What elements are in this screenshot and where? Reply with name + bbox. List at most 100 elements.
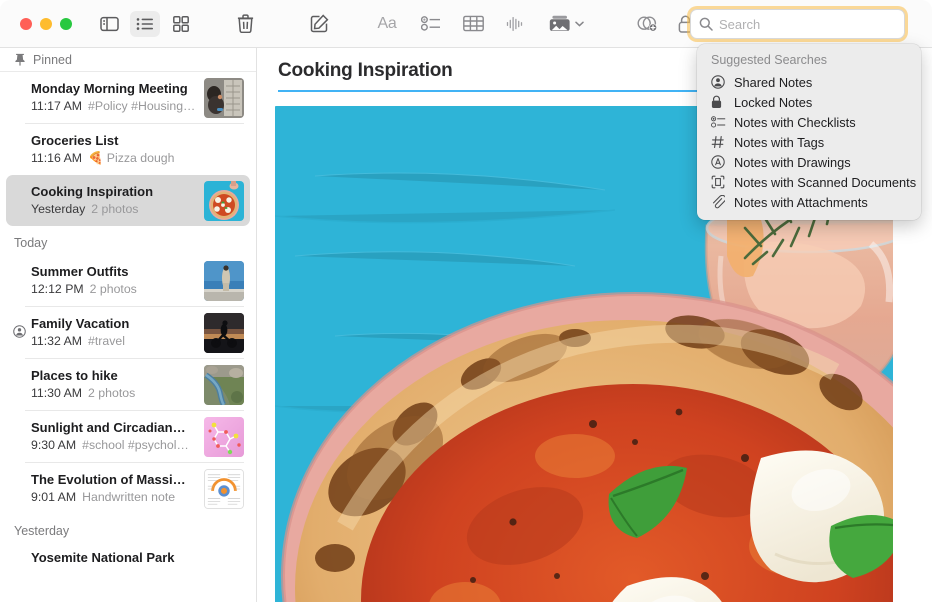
shared-note-icon [13,325,26,343]
note-snippet: 2 photos [91,201,138,218]
sidebar-toggle-button[interactable] [94,11,124,37]
note-snippet: #travel [88,333,125,350]
minimize-window-button[interactable] [40,18,52,30]
note-meta: 12:12 PM 2 photos [31,281,198,298]
zoom-window-button[interactable] [60,18,72,30]
note-row-the-evolution-of-massi[interactable]: The Evolution of Massi… 9:01 AM Handwrit… [6,463,250,514]
note-thumbnail [204,78,244,118]
note-title: Summer Outfits [31,263,198,280]
note-row-sunlight-and-circadian[interactable]: Sunlight and Circadian… 9:30 AM #school … [6,411,250,462]
pinned-section-header: Pinned [0,48,256,72]
media-button[interactable] [544,11,588,37]
molecule-pink-thumbnail-icon [204,417,244,457]
search-icon [699,17,713,31]
search-input[interactable]: Search [690,9,905,39]
note-row-text: Family Vacation 11:32 AM #travel [31,315,198,350]
pin-icon [14,53,26,66]
note-time: 12:12 PM [31,281,84,298]
suggestion-notes-with-tags[interactable]: Notes with Tags [697,132,921,152]
scan-document-icon [711,175,728,189]
note-time: 11:17 AM [31,98,82,115]
drawing-circle-icon [711,155,728,169]
note-time: 9:01 AM [31,489,76,506]
note-thumbnail [204,417,244,457]
table-icon [463,15,484,32]
note-meta: 9:01 AM Handwritten note [31,489,198,506]
person-circle-icon [711,75,728,89]
suggestion-locked-notes[interactable]: Locked Notes [697,92,921,112]
text-format-button[interactable]: Aa [370,11,404,37]
note-row-text: Cooking Inspiration Yesterday 2 photos [31,183,198,218]
note-snippet: #school #psychol… [82,437,189,454]
note-time: 11:32 AM [31,333,82,350]
suggested-searches-popover: Suggested Searches Shared Notes Locked N… [697,44,921,220]
note-row-summer-outfits[interactable]: Summer Outfits 12:12 PM 2 photos [6,255,250,306]
suggestion-label: Notes with Tags [734,135,824,150]
gallery-view-icon [173,16,189,32]
delete-note-button[interactable] [230,11,260,37]
note-row-text: Groceries List 11:16 AM 🍕 Pizza dough [31,132,244,167]
note-row-text: Yosemite National Park [31,549,244,566]
note-meta: 11:17 AM #Policy #Housing… [31,98,198,115]
note-title: Yosemite National Park [31,549,244,566]
checklist-button[interactable] [416,11,446,37]
note-meta: 11:16 AM 🍕 Pizza dough [31,150,244,167]
suggestion-label: Locked Notes [734,95,812,110]
note-row-monday-morning-meeting[interactable]: Monday Morning Meeting 11:17 AM #Policy … [6,72,250,123]
sunset-bike-thumbnail-icon [204,313,244,353]
group-header-yesterday: Yesterday [0,514,256,543]
note-row-cooking-inspiration[interactable]: Cooking Inspiration Yesterday 2 photos [6,175,250,226]
note-time: Yesterday [31,201,85,218]
note-row-family-vacation[interactable]: Family Vacation 11:32 AM #travel [6,307,250,358]
suggestion-notes-with-checklists[interactable]: Notes with Checklists [697,112,921,132]
suggestion-shared-notes[interactable]: Shared Notes [697,72,921,92]
gallery-view-button[interactable] [166,11,196,37]
close-window-button[interactable] [20,18,32,30]
suggestion-notes-with-drawings[interactable]: Notes with Drawings [697,152,921,172]
note-row-text: Monday Morning Meeting 11:17 AM #Policy … [31,80,198,115]
note-row-yosemite-national-park[interactable]: Yosemite National Park [6,543,250,571]
note-title: Groceries List [31,132,244,149]
note-title: Monday Morning Meeting [31,80,198,97]
compose-note-button[interactable] [304,11,334,37]
list-view-icon [136,17,154,31]
note-snippet: #Policy #Housing… [88,98,195,115]
paperclip-icon [711,195,728,209]
suggestion-notes-with-attachments[interactable]: Notes with Attachments [697,192,921,212]
pinned-label: Pinned [33,53,72,67]
note-thumbnail [204,313,244,353]
note-thumbnail [204,181,244,221]
note-thumbnail [204,261,244,301]
notes-list-sidebar[interactable]: Pinned Monday Morning Meeting 11:17 AM #… [0,48,257,602]
media-photo-icon [549,15,571,32]
suggestion-label: Notes with Drawings [734,155,851,170]
person-sky-thumbnail-icon [204,261,244,301]
hash-icon [711,135,728,149]
note-meta: 11:30 AM 2 photos [31,385,198,402]
collaborate-button[interactable] [632,11,662,37]
search-container: Search [690,9,905,39]
traffic-light-buttons [20,18,72,30]
notes-app-window: Aa [0,0,932,602]
audio-record-button[interactable] [500,11,530,37]
note-row-places-to-hike[interactable]: Places to hike 11:30 AM 2 photos [6,359,250,410]
audio-waveform-icon [506,15,524,33]
note-row-groceries-list[interactable]: Groceries List 11:16 AM 🍕 Pizza dough [6,124,250,175]
note-title: Places to hike [31,367,198,384]
suggestion-notes-with-scanned-documents[interactable]: Notes with Scanned Documents [697,172,921,192]
note-time: 11:30 AM [31,385,82,402]
checklist-icon [711,116,728,128]
note-row-text: Summer Outfits 12:12 PM 2 photos [31,263,198,298]
note-meta: 11:32 AM #travel [31,333,198,350]
checklist-icon [421,16,441,31]
list-view-button[interactable] [130,11,160,37]
note-thumbnail [204,469,244,509]
table-button[interactable] [458,11,488,37]
note-title: Cooking Inspiration [31,183,198,200]
note-meta: 9:30 AM #school #psychol… [31,437,198,454]
search-placeholder: Search [719,17,760,32]
note-title: The Evolution of Massi… [31,471,198,488]
note-row-text: The Evolution of Massi… 9:01 AM Handwrit… [31,471,198,506]
note-title: Sunlight and Circadian… [31,419,198,436]
note-thumbnail [204,365,244,405]
